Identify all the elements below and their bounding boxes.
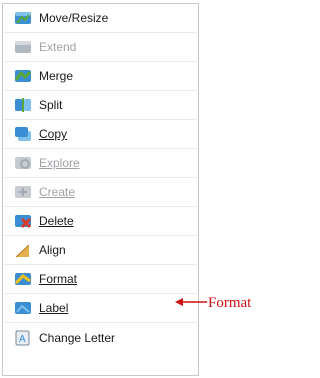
context-menu: Move/Resize Extend Merge Split Copy Expl… xyxy=(2,3,199,376)
merge-icon xyxy=(14,70,32,82)
menu-item-extend[interactable]: Extend xyxy=(4,33,197,62)
copy-icon xyxy=(15,127,31,141)
menu-item-label: Merge xyxy=(39,69,74,83)
annotation-arrow xyxy=(175,298,207,306)
align-icon xyxy=(15,244,30,258)
menu-item-split[interactable]: Split xyxy=(4,91,197,120)
delete-icon xyxy=(15,215,32,229)
menu-item-label: Split xyxy=(39,98,63,112)
menu-item-label: Label xyxy=(39,301,69,315)
menu-item-change-letter[interactable]: A Change Letter xyxy=(4,323,197,352)
menu-item-label: Copy xyxy=(39,127,68,141)
explore-icon xyxy=(15,157,31,169)
menu-item-explore[interactable]: Explore xyxy=(4,149,197,178)
menu-item-delete[interactable]: Delete xyxy=(4,207,197,236)
menu-item-label: Create xyxy=(39,185,76,199)
menu-item-copy[interactable]: Copy xyxy=(4,120,197,149)
menu-item-label: Change Letter xyxy=(39,330,116,345)
svg-text:A: A xyxy=(19,334,26,345)
menu-item-label: Move/Resize xyxy=(39,11,109,25)
menu-item-label: Delete xyxy=(39,214,74,228)
split-icon xyxy=(15,98,31,112)
extend-icon xyxy=(15,41,31,53)
menu-item-merge[interactable]: Merge xyxy=(4,62,197,91)
format-icon xyxy=(14,273,31,285)
change-letter-icon: A xyxy=(15,330,30,345)
menu-item-label[interactable]: Label xyxy=(4,294,197,323)
menu-item-label: Format xyxy=(39,272,78,286)
menu-item-move-resize[interactable]: Move/Resize xyxy=(4,4,197,33)
label-icon xyxy=(15,302,31,314)
menu-item-label: Extend xyxy=(39,40,77,54)
menu-item-label: Explore xyxy=(39,156,80,170)
menu-item-create[interactable]: Create xyxy=(4,178,197,207)
create-icon xyxy=(15,186,31,198)
menu-item-align[interactable]: Align xyxy=(4,236,197,265)
move-resize-icon xyxy=(15,12,31,24)
annotation-label: Format xyxy=(208,295,252,311)
menu-item-label: Align xyxy=(39,243,66,257)
menu-item-format[interactable]: Format xyxy=(4,265,197,294)
